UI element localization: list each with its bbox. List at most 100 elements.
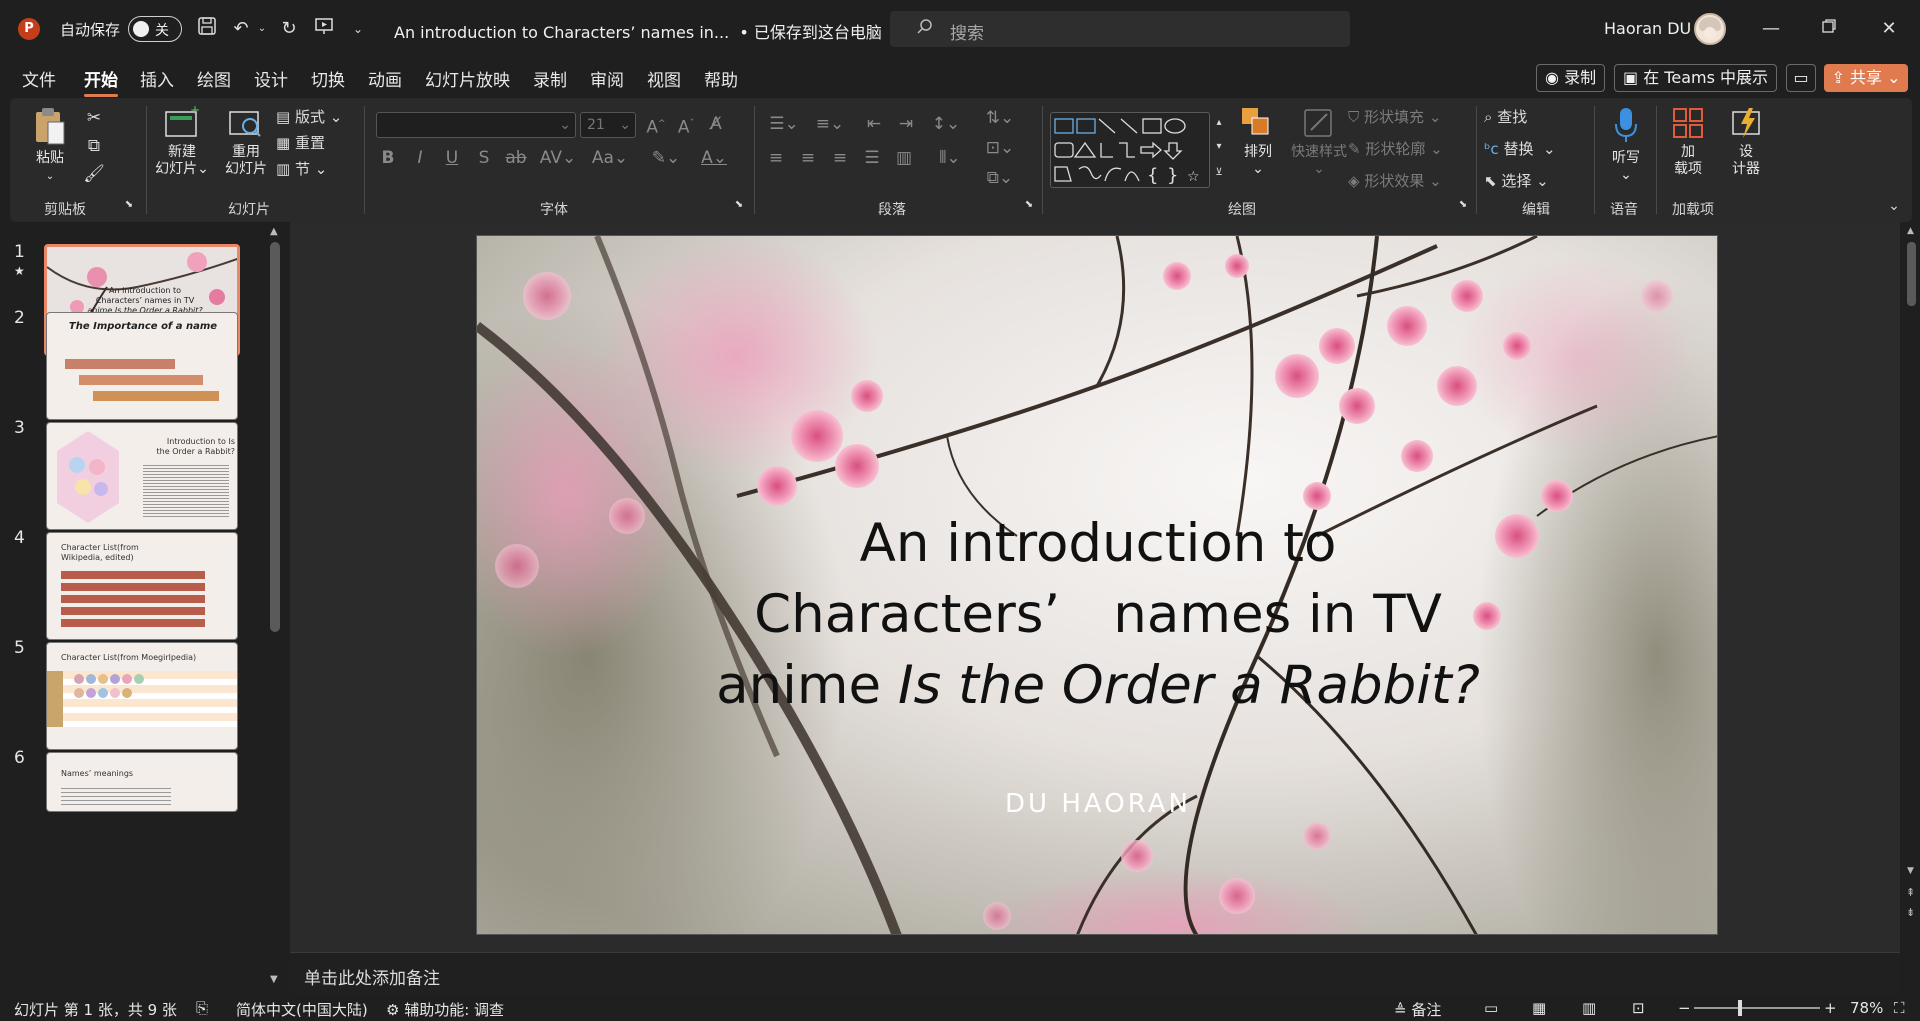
paste-button[interactable]: 粘贴 ⌄ [28,106,72,185]
tab-draw[interactable]: 绘图 [197,66,231,91]
align-text-icon[interactable]: ⊡⌄ [980,136,1020,160]
notes-toggle[interactable]: ≜ 备注 [1394,999,1441,1020]
notes-pane[interactable]: 单击此处添加备注 [290,952,1900,995]
more-shapes-icon[interactable]: ⊻ [1212,164,1226,182]
zoom-out-icon[interactable]: − [1678,999,1691,1017]
shape-effects-button[interactable]: ◈ 形状效果 ⌄ [1348,170,1442,191]
shrink-font-icon[interactable]: Aˇ [674,112,698,138]
minimize-icon[interactable]: — [1756,14,1786,44]
tab-view[interactable]: 视图 [647,66,681,91]
tab-file[interactable]: 文件 [22,66,56,91]
record-button[interactable]: ◉ 录制 [1536,64,1606,92]
zoom-slider-handle[interactable] [1738,1000,1742,1016]
thumbnails-scrollbar[interactable] [270,242,280,632]
character-spacing-icon[interactable]: AV⌄ [538,146,578,170]
slide-thumbnail-4[interactable]: Character List(from Wikipedia, edited) [46,532,238,640]
tab-animations[interactable]: 动画 [368,66,402,91]
slide-thumbnail-3[interactable]: Introduction to Is the Order a Rabbit? [46,422,238,530]
layout-button[interactable]: ▤ 版式 ⌄ [276,106,342,127]
designer-button[interactable]: 设计器 [1722,106,1770,178]
slide-subtitle[interactable]: DU HAORAN [477,789,1717,819]
increase-indent-icon[interactable]: ⇥ [894,112,918,136]
zoom-slider[interactable] [1694,1007,1820,1009]
dialog-launcher-icon[interactable]: ⬊ [122,198,136,212]
user-name[interactable]: Haoran DU [1604,19,1691,38]
scroll-down-icon[interactable]: ▼ [1907,866,1914,876]
arrange-button[interactable]: 排列 ⌄ [1234,106,1282,178]
tab-insert[interactable]: 插入 [140,66,174,91]
zoom-level[interactable]: 78% [1850,999,1883,1017]
dialog-launcher-icon[interactable]: ⬊ [732,198,746,212]
slide-editor-canvas[interactable]: An introduction to Characters’ names in … [290,222,1900,952]
language-indicator[interactable]: 简体中文(中国大陆) [236,999,368,1020]
italic-icon[interactable]: I [408,146,432,170]
underline-icon[interactable]: U [440,146,464,170]
shape-fill-button[interactable]: ⛉ 形状填充 ⌄ [1348,106,1441,127]
copy-icon[interactable]: ⧉ [82,134,106,158]
bullets-icon[interactable]: ☰⌄ [764,112,804,136]
spell-check-icon[interactable]: ⎘ [196,999,208,1017]
undo-dropdown-icon[interactable]: ⌄ [256,16,268,42]
collapse-ribbon-icon[interactable]: ⌄ [1882,194,1906,218]
close-icon[interactable]: ✕ [1874,14,1904,44]
align-right-icon[interactable]: ≡ [828,146,852,170]
select-button[interactable]: ⬉ 选择 ⌄ [1484,170,1549,191]
cut-icon[interactable]: ✂ [82,106,106,130]
find-button[interactable]: ⌕ 查找 [1484,106,1527,127]
canvas-scrollbar[interactable]: ▲ ▼ ⇞ ⇟ [1904,222,1920,952]
redo-icon[interactable]: ↻ [276,16,302,42]
undo-icon[interactable]: ↶ [228,16,254,42]
avatar[interactable] [1694,13,1726,45]
tab-record[interactable]: 录制 [533,66,567,91]
dialog-launcher-icon[interactable]: ⬊ [1022,198,1036,212]
tab-review[interactable]: 审阅 [590,66,624,91]
smartart-icon[interactable]: ⧉⌄ [980,166,1020,190]
slide-thumbnail-2[interactable]: The Importance of a name [46,312,238,420]
customize-toolbar-icon[interactable]: ⌄ [348,16,368,42]
current-slide[interactable]: An introduction to Characters’ names in … [476,235,1718,935]
next-slide-icon[interactable]: ⇟ [1906,906,1915,919]
dictate-button[interactable]: 听写 ⌄ [1602,106,1650,184]
scrollbar-thumb[interactable] [1907,242,1916,306]
format-painter-icon[interactable]: 🖌 [82,162,106,186]
addins-button[interactable]: 加载项 [1664,106,1712,178]
text-direction-icon[interactable]: ⇅⌄ [980,106,1020,130]
distributed-icon[interactable]: ▥ [892,146,916,170]
align-left-icon[interactable]: ≡ [764,146,788,170]
share-button[interactable]: ⇪ 共享 ⌄ [1824,64,1908,92]
slideshow-view-icon[interactable]: ⊡ [1632,999,1645,1017]
slide-sorter-icon[interactable]: ▦ [1532,999,1546,1017]
scroll-up-icon[interactable]: ▴ [1212,114,1226,132]
strikethrough-icon[interactable]: ab [504,146,528,170]
fit-to-window-icon[interactable]: ⛶ [1894,999,1905,1017]
tab-slideshow[interactable]: 幻灯片放映 [425,66,510,91]
normal-view-icon[interactable]: ▭ [1484,999,1498,1017]
previous-slide-icon[interactable]: ⇞ [1906,886,1915,899]
section-button[interactable]: ▥ 节 ⌄ [276,158,327,179]
font-size-combo[interactable]: 21 ⌄ [580,112,636,138]
bold-icon[interactable]: B [376,146,400,170]
reset-button[interactable]: ▦ 重置 [276,132,325,153]
scroll-down-icon[interactable]: ▾ [1212,138,1226,156]
change-case-icon[interactable]: Aa⌄ [590,146,630,170]
present-from-start-icon[interactable] [310,16,338,42]
justify-icon[interactable]: ☰ [860,146,884,170]
tab-design[interactable]: 设计 [254,66,288,91]
tab-transitions[interactable]: 切换 [311,66,345,91]
slide-thumbnail-5[interactable]: Character List(from Moegirlpedia) [46,642,238,750]
reading-view-icon[interactable]: ▥ [1582,999,1596,1017]
replace-button[interactable]: ᵇc 替换 ⌄ [1484,138,1556,159]
align-center-icon[interactable]: ≡ [796,146,820,170]
highlighter-icon[interactable]: ✎⌄ [646,146,686,170]
scroll-down-icon[interactable]: ▼ [270,974,278,985]
document-title[interactable]: An introduction to Characters’ names in.… [394,19,900,43]
present-in-teams-button[interactable]: ▣ 在 Teams 中展示 [1614,64,1778,92]
shapes-gallery[interactable]: { } ☆ [1050,112,1210,188]
font-color-icon[interactable]: A⌄ [694,146,734,170]
slide-title[interactable]: An introduction to Characters’ names in … [477,508,1717,721]
shape-outline-button[interactable]: ✎ 形状轮廓 ⌄ [1348,138,1443,159]
restore-icon[interactable] [1814,14,1844,44]
columns-icon[interactable]: ⫴⌄ [930,146,970,170]
clear-formatting-icon[interactable]: A̸ [704,112,728,136]
search-box[interactable]: 搜索 [890,11,1350,47]
